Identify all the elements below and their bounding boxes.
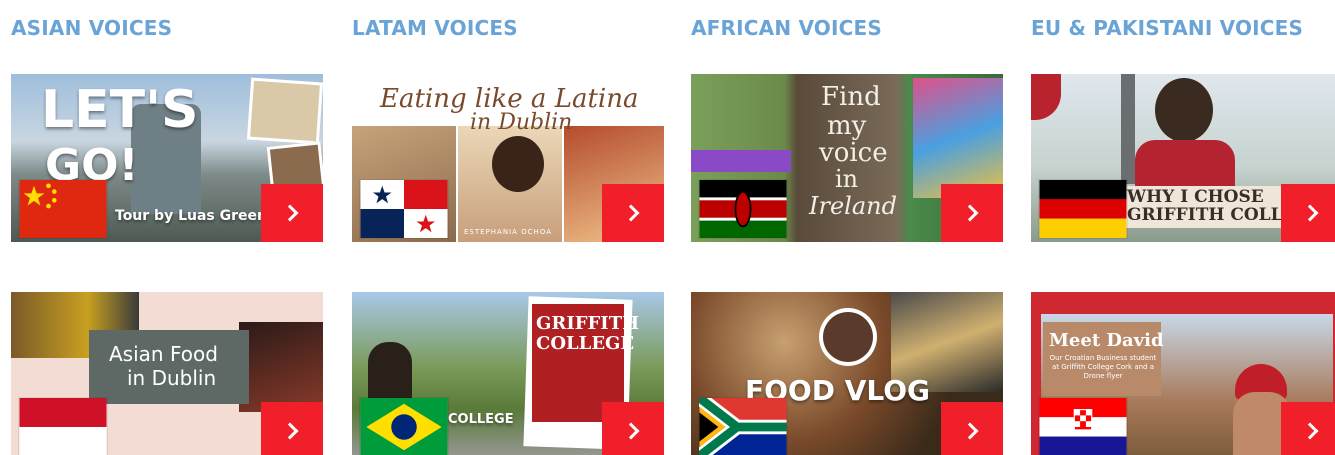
thumbnail-line-3: voice (819, 138, 888, 168)
thumbnail-line-2: my (827, 111, 867, 141)
chevron-right-icon (281, 204, 299, 222)
play-button[interactable] (261, 184, 323, 242)
avatar (823, 312, 873, 362)
thumbnail-title-2: in Dublin (127, 366, 217, 390)
column-title-latam: LATAM VOICES (352, 16, 518, 40)
play-button[interactable] (602, 184, 664, 242)
germany-flag-icon (1039, 180, 1127, 238)
thumbnail-headline: LET'S (41, 80, 199, 140)
south-africa-flag-icon (699, 398, 787, 455)
thumbnail-headline-2: in Dublin (470, 110, 573, 135)
play-button[interactable] (261, 402, 323, 455)
chevron-right-icon (1301, 422, 1319, 440)
chevron-right-icon (622, 422, 640, 440)
video-card-african-find-voice[interactable]: Find my voice in Ireland (691, 74, 1003, 242)
thumbnail-line-5: Ireland (809, 192, 897, 220)
photo-person (239, 322, 323, 412)
thumbnail-line-1: Find (821, 82, 881, 112)
brazil-flag-icon (360, 398, 448, 455)
chevron-right-icon (1301, 204, 1319, 222)
thumbnail-title: Asian Food (109, 342, 218, 366)
person-head (1155, 78, 1213, 142)
china-flag-icon (19, 180, 107, 238)
purple-band (691, 150, 791, 172)
panama-flag-icon (360, 180, 448, 238)
video-card-latam-eating-latina[interactable]: Eating like a Latina in Dublin ESTEPHANI… (352, 74, 664, 242)
video-card-eu-meet-david[interactable]: Meet David Our Croatian Business student… (1031, 292, 1335, 455)
thumbnail-caption: COLLEGE (448, 412, 514, 427)
column-title-eu-pakistani: EU & PAKISTANI VOICES (1031, 16, 1304, 40)
thumbnail-subtitle: Our Croatian Business student at Griffit… (1049, 354, 1157, 380)
indonesia-flag-icon (19, 398, 107, 455)
person-image (492, 136, 544, 192)
thumbnail-title: Meet David (1049, 330, 1164, 351)
thumbnail-line-4: in (835, 165, 859, 193)
window-frame (1121, 74, 1135, 184)
thumbnail-caption: ESTEPHANIA OCHOA (464, 228, 552, 236)
chevron-right-icon (281, 422, 299, 440)
kenya-flag-icon (699, 180, 787, 238)
video-card-asian-luas-tour[interactable]: LET'S GO! Tour by Luas Green (11, 74, 323, 242)
person-image (368, 342, 412, 402)
column-title-asian: ASIAN VOICES (11, 16, 173, 40)
thumbnail-caption: Tour by Luas Green (115, 208, 267, 224)
play-button[interactable] (941, 184, 1003, 242)
play-button[interactable] (1281, 184, 1335, 242)
photo-room (246, 77, 323, 145)
play-button[interactable] (1281, 402, 1335, 455)
thumbnail-banner: WHY I CHOSE (1127, 187, 1264, 207)
photo-costume (913, 78, 1003, 198)
video-card-latam-griffith-college[interactable]: GRIFFITH COLLEGE COLLEGE (352, 292, 664, 455)
video-card-african-food-vlog[interactable]: FOOD VLOG (691, 292, 1003, 455)
chevron-right-icon (961, 422, 979, 440)
croatia-flag-icon (1039, 398, 1127, 455)
video-card-asian-food[interactable]: Asian Food in Dublin (11, 292, 323, 455)
play-button[interactable] (941, 402, 1003, 455)
thumbnail-sign: GRIFFITH COLLEGE (536, 313, 640, 354)
video-card-eu-why-griffith[interactable]: WHY I CHOSE GRIFFITH COLLEGE? (1031, 74, 1335, 242)
chevron-right-icon (961, 204, 979, 222)
play-button[interactable] (602, 402, 664, 455)
column-title-african: AFRICAN VOICES (691, 16, 882, 40)
chevron-right-icon (622, 204, 640, 222)
